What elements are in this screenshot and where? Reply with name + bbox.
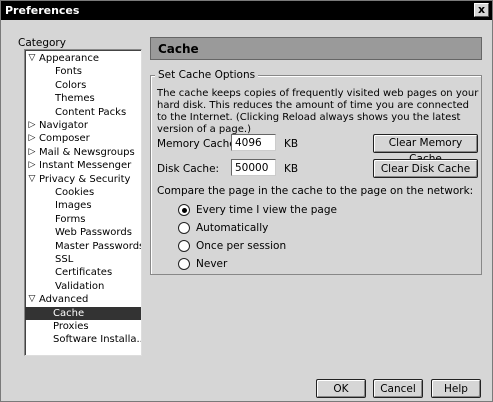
sidebar-item-label: Composer: [39, 133, 90, 145]
radio-button[interactable]: [178, 204, 190, 216]
pane-header: Cache: [150, 37, 482, 60]
clear-memory-cache-button[interactable]: Clear Memory Cache: [373, 134, 478, 165]
radio-label: Automatically: [196, 222, 269, 234]
sidebar-item-label: Proxies: [53, 321, 89, 332]
sidebar-item[interactable]: Web Passwords: [25, 226, 141, 239]
sidebar-item-label: Navigator: [39, 120, 88, 131]
sidebar-item-label: Themes: [55, 93, 95, 105]
sidebar-item[interactable]: Images: [25, 199, 141, 212]
sidebar-item[interactable]: ▽ Privacy & Security: [25, 173, 141, 186]
sidebar-item-label: Software Installa...: [53, 334, 142, 346]
sidebar-item-label: Forms: [55, 213, 86, 225]
radio-button[interactable]: [178, 222, 190, 234]
cache-description: The cache keeps copies of frequently vis…: [157, 88, 479, 135]
disk-cache-unit: KB: [284, 163, 299, 175]
memory-cache-label: Memory Cache:: [157, 138, 240, 150]
twisty-icon[interactable]: ▷: [28, 132, 36, 145]
cancel-button[interactable]: Cancel: [373, 379, 423, 398]
twisty-icon[interactable]: ▽: [28, 293, 36, 306]
memory-cache-unit: KB: [284, 138, 299, 150]
twisty-icon[interactable]: ▷: [28, 159, 36, 172]
sidebar-item[interactable]: Validation: [25, 280, 141, 293]
radio-label: Never: [196, 258, 228, 270]
sidebar-item-label: Web Passwords: [55, 227, 132, 239]
close-icon[interactable]: x: [474, 3, 489, 17]
sidebar-item[interactable]: Themes: [25, 92, 141, 105]
sidebar-item[interactable]: Forms: [25, 213, 141, 226]
twisty-icon[interactable]: ▷: [28, 146, 36, 159]
disk-cache-input[interactable]: 50000: [231, 159, 276, 176]
sidebar-item-label: Fonts: [55, 66, 82, 78]
sidebar-item-label: Content Packs: [55, 106, 127, 118]
sidebar-item-label: Mail & Newsgroups: [39, 146, 135, 158]
sidebar-item[interactable]: Master Passwords: [25, 240, 141, 253]
radio-label: Every time I view the page: [196, 204, 337, 216]
help-button[interactable]: Help: [431, 379, 481, 398]
sidebar-item[interactable]: ▽ Advanced: [25, 293, 141, 306]
sidebar-item-label: SSL: [55, 254, 74, 265]
sidebar-item[interactable]: Cache: [25, 306, 141, 320]
sidebar-item[interactable]: ▷ Instant Messenger: [25, 159, 141, 172]
sidebar-item[interactable]: Certificates: [25, 266, 141, 279]
sidebar-item[interactable]: ▷ Mail & Newsgroups: [25, 146, 141, 159]
clear-disk-cache-button[interactable]: Clear Disk Cache: [373, 159, 478, 178]
sidebar-item-label: Images: [55, 200, 92, 212]
ok-button[interactable]: OK: [316, 379, 366, 398]
radio-button[interactable]: [178, 258, 190, 270]
sidebar-item[interactable]: Cookies: [25, 186, 141, 199]
radio-label: Once per session: [196, 240, 287, 252]
sidebar-item[interactable]: ▽ Appearance: [25, 52, 141, 65]
page-title: Cache: [158, 42, 199, 56]
twisty-icon[interactable]: ▽: [28, 52, 36, 65]
sidebar-item-label: Instant Messenger: [39, 160, 132, 172]
window-title: Preferences: [5, 4, 80, 17]
sidebar-item-label: Appearance: [39, 53, 100, 64]
twisty-icon[interactable]: ▽: [28, 173, 36, 186]
group-label: Set Cache Options: [155, 69, 259, 81]
radio-button[interactable]: [178, 240, 190, 252]
sidebar-item-label: Validation: [55, 280, 105, 292]
category-label: Category: [18, 37, 66, 49]
sidebar-item[interactable]: Fonts: [25, 65, 141, 78]
category-tree[interactable]: ▽ Appearance Fonts Colors Themes Content Pack…: [24, 49, 142, 356]
radio-selected-dot: [182, 208, 187, 213]
sidebar-item[interactable]: Proxies: [25, 320, 141, 333]
sidebar-item[interactable]: Software Installa...: [25, 333, 141, 346]
sidebar-item-label: Cache: [53, 307, 85, 319]
compare-label: Compare the page in the cache to the pag…: [157, 185, 474, 197]
twisty-icon[interactable]: ▷: [28, 119, 36, 132]
sidebar-item[interactable]: Content Packs: [25, 106, 141, 119]
memory-cache-input[interactable]: 4096: [231, 134, 276, 151]
sidebar-item-label: Advanced: [39, 294, 89, 306]
title-bar: Preferences x: [1, 1, 492, 20]
sidebar-item-label: Certificates: [55, 267, 113, 279]
sidebar-item[interactable]: SSL: [25, 253, 141, 266]
sidebar-item-label: Privacy & Security: [39, 173, 131, 185]
sidebar-item-label: Colors: [55, 79, 87, 91]
sidebar-item[interactable]: ▷ Navigator: [25, 119, 141, 132]
sidebar-item-label: Cookies: [55, 187, 95, 198]
sidebar-item-label: Master Passwords: [55, 240, 142, 252]
disk-cache-label: Disk Cache:: [157, 163, 220, 175]
sidebar-item[interactable]: ▷ Composer: [25, 132, 141, 145]
sidebar-item[interactable]: Colors: [25, 79, 141, 92]
